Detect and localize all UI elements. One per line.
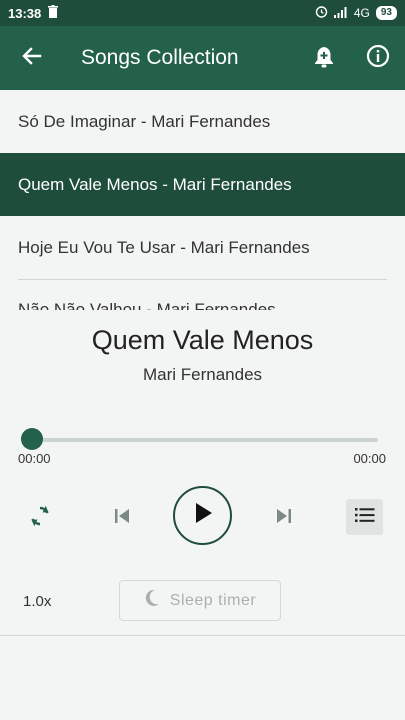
- back-button[interactable]: [0, 26, 64, 90]
- track-artist: Mari Fernandes: [142, 365, 263, 384]
- status-time: 13:38: [8, 5, 42, 21]
- list-item[interactable]: Não Não Valhou - Mari Fernandes: [0, 280, 405, 310]
- repeat-button[interactable]: [22, 500, 58, 536]
- previous-button[interactable]: [104, 500, 140, 536]
- playback-speed[interactable]: 1.0x: [23, 593, 51, 610]
- play-button[interactable]: [173, 486, 232, 545]
- info-button[interactable]: [351, 26, 405, 90]
- song-label: Não Não Valhou - Mari Fernandes: [18, 300, 276, 310]
- list-item-selected[interactable]: Quem Vale Menos - Mari Fernandes: [0, 153, 405, 216]
- battery-level: 93: [375, 6, 397, 20]
- seek-thumb[interactable]: [21, 428, 43, 450]
- trash-icon: [47, 5, 59, 21]
- app-bar: Songs Collection: [0, 26, 405, 90]
- signal-icon: [333, 6, 348, 21]
- bell-plus-icon: [313, 44, 335, 73]
- time-total: 00:00: [353, 451, 386, 466]
- track-title: Quem Vale Menos: [91, 325, 314, 355]
- list-icon: [354, 507, 375, 528]
- song-list[interactable]: Só De Imaginar - Mari Fernandes Quem Val…: [0, 90, 405, 310]
- sleep-timer-label: Sleep timer: [169, 591, 257, 609]
- alarm-add-button[interactable]: [297, 26, 351, 90]
- repeat-icon: [28, 504, 52, 533]
- sleep-timer-button[interactable]: Sleep timer: [119, 580, 281, 621]
- alarm-icon: [315, 5, 328, 21]
- skip-next-icon: [275, 507, 293, 530]
- queue-button[interactable]: [346, 499, 383, 535]
- song-label: Hoje Eu Vou Te Usar - Mari Fernandes: [18, 237, 310, 257]
- list-item[interactable]: Hoje Eu Vou Te Usar - Mari Fernandes: [0, 216, 405, 279]
- moon-icon: [144, 589, 160, 612]
- network-type: 4G: [353, 6, 370, 20]
- bottom-area: [0, 636, 405, 720]
- page-title: Songs Collection: [81, 46, 239, 69]
- song-label: Quem Vale Menos - Mari Fernandes: [18, 174, 292, 194]
- list-item[interactable]: Só De Imaginar - Mari Fernandes: [0, 90, 405, 153]
- song-label: Só De Imaginar - Mari Fernandes: [18, 111, 271, 131]
- time-current: 00:00: [18, 451, 51, 466]
- status-icons: 4G 93: [315, 5, 397, 21]
- status-bar: 13:38 4G 93: [0, 0, 405, 26]
- seek-bar[interactable]: [27, 438, 378, 442]
- play-icon: [193, 502, 213, 529]
- arrow-left-icon: [22, 46, 42, 71]
- next-button[interactable]: [266, 500, 302, 536]
- player-panel: Quem Vale Menos Mari Fernandes 00:00 00:…: [0, 310, 405, 635]
- info-icon: [366, 44, 390, 73]
- skip-previous-icon: [113, 507, 131, 530]
